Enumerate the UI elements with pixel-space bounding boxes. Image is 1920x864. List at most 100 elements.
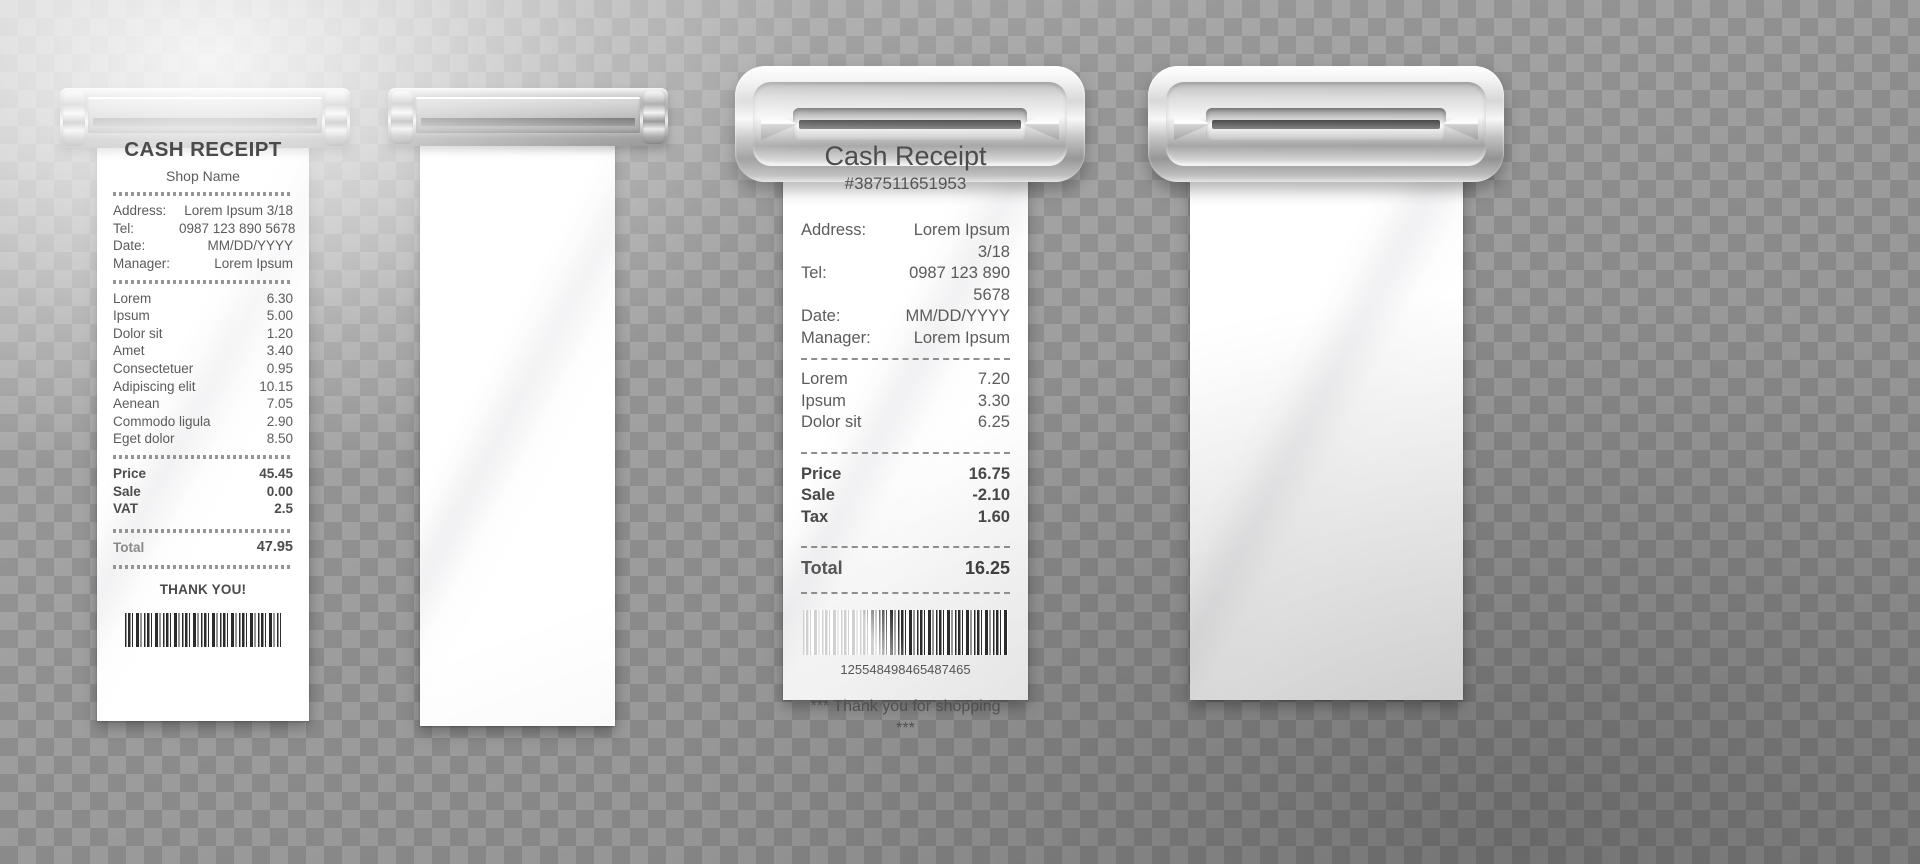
total-value: 16.25 — [964, 558, 1010, 578]
info-label: Date: — [801, 307, 841, 325]
barcode-number: 125548498465487465 — [840, 661, 971, 677]
printer-slot-4[interactable] — [1148, 66, 1504, 182]
receipt-unit-4 — [1148, 66, 1504, 700]
summary-row: VAT 2.5 — [113, 500, 293, 518]
slot-mouth — [93, 118, 317, 126]
info-label: Date: — [113, 238, 146, 254]
receipt-unit-3: Cash Receipt #387511651953 Address: Lorem… — [735, 66, 1085, 737]
slot-inner-bar — [416, 97, 640, 133]
item-name: Commodo ligula — [113, 413, 211, 429]
summary-label: VAT — [113, 501, 138, 517]
item-name: Consectetuer — [113, 360, 194, 376]
info-value: MM/DD/YYYY — [905, 307, 1010, 325]
item-row: Dolor sit 6.25 — [801, 412, 1010, 434]
summary-label: Tax — [801, 507, 829, 526]
divider-dotted — [113, 453, 293, 459]
slot-chevron-right — [1025, 108, 1059, 140]
summary-value: 16.75 — [968, 464, 1010, 483]
info-row: Date: MM/DD/YYYY — [801, 306, 1010, 328]
item-price: 1.20 — [266, 325, 293, 341]
item-row: Consectetuer 0.95 — [113, 360, 293, 378]
receipt-footer-3: *** Thank you for shopping *** — [810, 698, 1001, 737]
scene-canvas: CASH RECEIPT Shop Name Address: Lorem Ips… — [0, 0, 1920, 864]
item-price: 6.25 — [977, 413, 1010, 431]
item-row: Eget dolor 8.50 — [113, 430, 293, 448]
receipt-title: Cash Receipt — [824, 141, 987, 171]
info-value: Lorem Ipsum 3/18 — [913, 221, 1010, 261]
summary-row: Price 45.45 — [113, 465, 293, 483]
barcode-3 — [803, 609, 1008, 655]
item-price: 3.30 — [977, 391, 1010, 410]
item-name: Aenean — [113, 396, 160, 412]
total-label: Total — [113, 539, 145, 555]
slot-bezel — [1166, 82, 1486, 166]
divider-dashed — [801, 591, 1010, 594]
item-row: Aenean 7.05 — [113, 395, 293, 413]
item-price: 5.00 — [266, 308, 293, 324]
info-value: 0987 123 890 5678 — [179, 220, 296, 236]
item-row: Lorem 7.20 — [801, 369, 1010, 391]
divider-dotted — [113, 191, 293, 197]
receipt-title: CASH RECEIPT — [124, 138, 282, 161]
divider-dotted — [113, 278, 293, 284]
receipt-items-1: Lorem 6.30 Ipsum 5.00 Dolor sit 1.20 Amet 3.… — [113, 290, 293, 448]
slot-chevron-left — [1174, 108, 1208, 140]
receipt-paper-1[interactable]: CASH RECEIPT Shop Name Address: Lorem Ips… — [97, 121, 309, 721]
item-name: Dolor sit — [113, 325, 163, 341]
info-value: MM/DD/YYYY — [207, 238, 293, 254]
summary-row: Sale 0.00 — [113, 483, 293, 501]
item-row: Amet 3.40 — [113, 342, 293, 360]
item-name: Lorem — [801, 370, 848, 388]
summary-row: Price 16.75 — [801, 464, 1010, 486]
summary-value: 45.45 — [259, 465, 293, 481]
total-label: Total — [801, 558, 843, 578]
summary-label: Sale — [801, 486, 835, 504]
info-value: 0987 123 890 5678 — [909, 264, 1010, 304]
item-name: Ipsum — [113, 308, 150, 324]
divider-dashed — [801, 358, 1010, 360]
receipt-unit-2 — [388, 88, 668, 726]
item-row: Dolor sit 1.20 — [113, 325, 293, 343]
info-label: Manager: — [113, 255, 171, 271]
slot-chevron-left — [761, 108, 795, 140]
info-label: Tel: — [801, 264, 827, 282]
item-price: 10.15 — [259, 378, 293, 394]
printer-slot-2[interactable] — [388, 88, 668, 146]
info-label: Tel: — [113, 220, 135, 236]
receipt-items-3: Lorem 7.20 Ipsum 3.30 Dolor sit 6.25 — [801, 369, 1010, 434]
receipt-paper-3[interactable]: Cash Receipt #387511651953 Address: Lorem… — [783, 122, 1028, 737]
item-name: Ipsum — [801, 391, 846, 410]
info-value: Lorem Ipsum 3/18 — [184, 203, 293, 219]
info-label: Address: — [113, 203, 167, 219]
slot-end-cap-left — [391, 90, 413, 144]
divider-dotted — [113, 527, 293, 533]
item-price: 3.40 — [266, 343, 293, 359]
item-row: Ipsum 5.00 — [113, 307, 293, 325]
receipt-summary-3: Price 16.75 Sale -2.10 Tax 1.60 — [801, 464, 1010, 529]
slot-end-cap-left — [63, 90, 85, 146]
info-value: Lorem Ipsum — [214, 255, 293, 271]
info-row: Date: MM/DD/YYYY — [113, 237, 293, 255]
summary-label: Price — [113, 465, 147, 481]
summary-row: Tax 1.60 — [801, 507, 1010, 529]
receipt-paper-4[interactable] — [1190, 122, 1463, 700]
item-price: 7.05 — [266, 396, 293, 412]
item-name: Adipiscing elit — [113, 378, 196, 394]
receipt-paper-2[interactable] — [420, 121, 615, 726]
info-row: Manager: Lorem Ipsum — [113, 255, 293, 273]
slot-mouth — [421, 118, 635, 126]
barcode-1 — [125, 612, 281, 647]
slot-mouth — [1212, 120, 1440, 129]
item-price: 6.30 — [266, 290, 293, 306]
divider-dashed — [801, 451, 1010, 454]
item-row: Lorem 6.30 — [113, 290, 293, 308]
receipt-info-block: Address: Lorem Ipsum 3/18 Tel: 0987 123 89… — [801, 220, 1010, 349]
item-price: 0.95 — [266, 360, 293, 376]
item-row: Adipiscing elit 10.15 — [113, 378, 293, 396]
summary-value: 2.5 — [274, 501, 293, 517]
item-name: Dolor sit — [801, 413, 862, 431]
slot-end-cap-right — [325, 90, 347, 146]
total-value: 47.95 — [256, 538, 293, 555]
info-label: Manager: — [801, 328, 871, 347]
item-price: 2.90 — [266, 413, 293, 429]
